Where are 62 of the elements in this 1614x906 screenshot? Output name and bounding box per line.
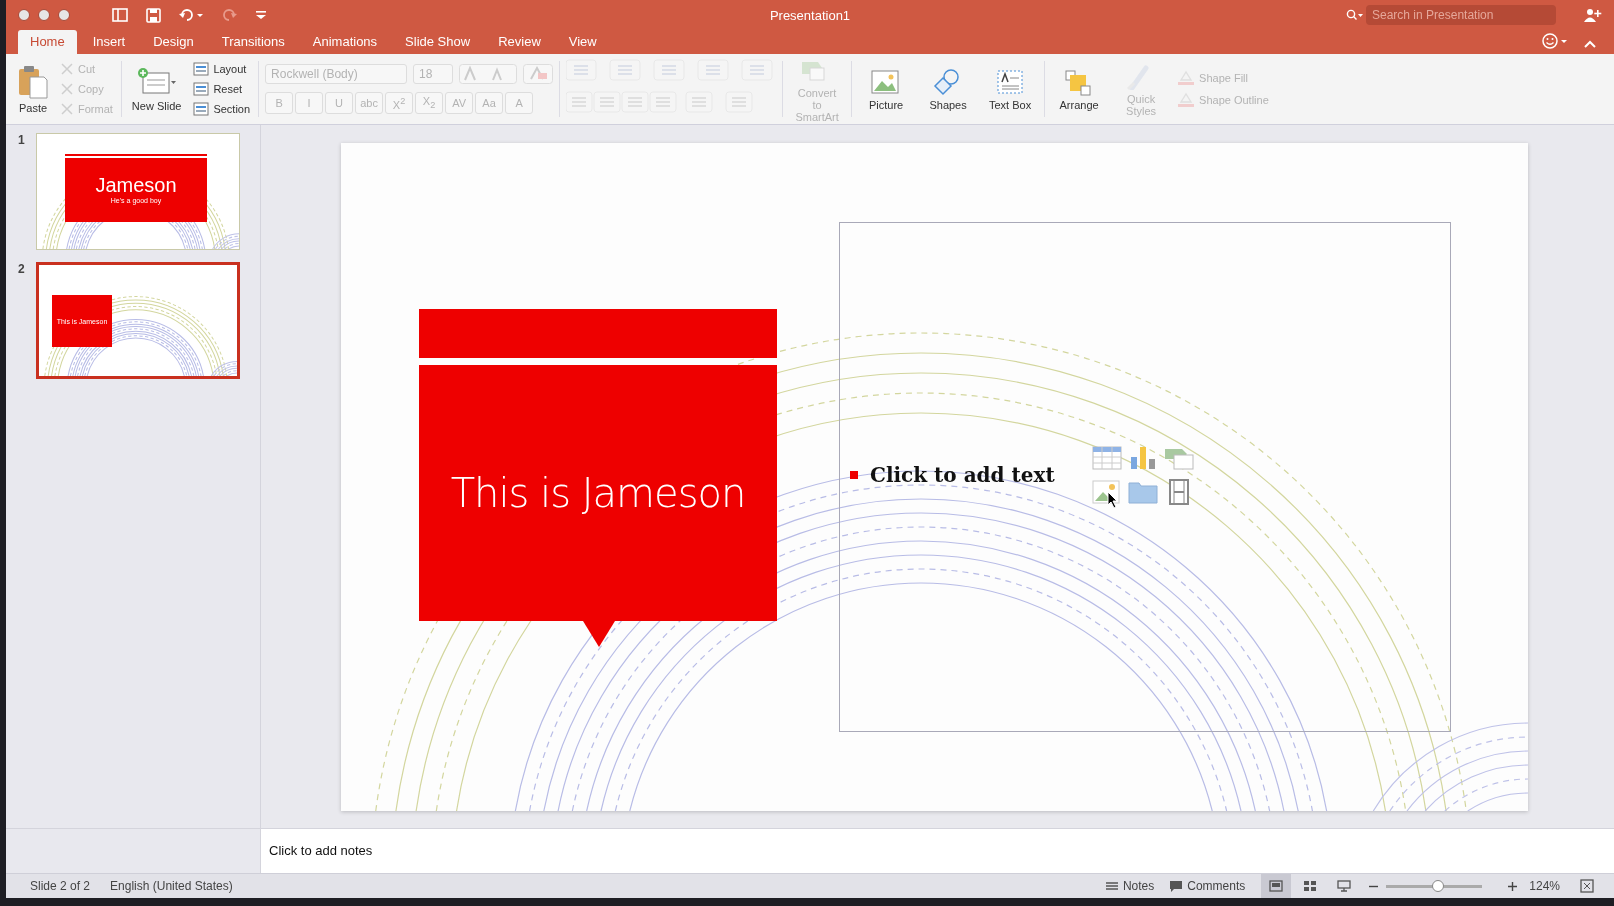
language-label[interactable]: English (United States) bbox=[110, 879, 233, 893]
slide-tool-button[interactable]: Layout bbox=[191, 60, 253, 78]
ribbon-tab[interactable]: Transitions bbox=[209, 30, 297, 54]
zoom-in-button[interactable] bbox=[1508, 881, 1518, 891]
paste-button[interactable]: Paste bbox=[14, 62, 52, 116]
ribbon-button[interactable]: Shapes bbox=[920, 65, 977, 113]
clipboard-icon bbox=[18, 64, 48, 99]
sidebar-toggle-icon[interactable] bbox=[112, 8, 128, 22]
collapse-ribbon-icon[interactable] bbox=[1584, 39, 1596, 49]
normal-view-icon bbox=[1269, 880, 1284, 892]
title-callout[interactable]: This is Jameson bbox=[419, 365, 777, 621]
window-title: Presentation1 bbox=[768, 7, 852, 23]
slider-thumb[interactable] bbox=[1432, 879, 1445, 892]
slide-position: Slide 2 of 2 bbox=[30, 879, 91, 893]
minimize-button[interactable] bbox=[38, 9, 50, 21]
notes-field[interactable]: Click to add notes bbox=[261, 829, 381, 873]
slide-tool-button[interactable]: Section bbox=[191, 100, 253, 118]
content-placeholder[interactable]: Click to add text bbox=[839, 222, 1451, 732]
placeholder-text: Click to add text bbox=[870, 463, 1055, 487]
ribbon-button[interactable]: Picture bbox=[858, 65, 915, 113]
ribbon-tab[interactable]: Animations bbox=[300, 30, 390, 54]
slide-title: Jameson bbox=[95, 174, 177, 197]
save-icon[interactable] bbox=[146, 7, 161, 23]
insert-table-icon[interactable] bbox=[1092, 445, 1122, 471]
zoom-button[interactable] bbox=[58, 9, 70, 21]
ribbon-tab[interactable]: Design bbox=[141, 30, 206, 54]
paint-bucket-icon bbox=[1177, 70, 1196, 86]
comments-button[interactable]: Comments bbox=[1170, 879, 1246, 893]
insert-chart-icon[interactable] bbox=[1128, 445, 1158, 471]
bullet-icon bbox=[850, 471, 858, 479]
ribbon-tab[interactable]: Insert bbox=[80, 30, 138, 54]
ribbon-button[interactable]: Text Box bbox=[982, 65, 1039, 113]
slide-tool-button[interactable]: Reset bbox=[191, 80, 253, 98]
customize-icon[interactable] bbox=[255, 10, 267, 20]
smiley-icon[interactable] bbox=[1542, 33, 1568, 49]
zoom-percent[interactable]: 124% bbox=[1529, 879, 1560, 893]
notes-icon bbox=[1105, 881, 1118, 891]
slide-number: 1 bbox=[18, 133, 26, 149]
new-slide-icon bbox=[136, 66, 177, 97]
search-icon[interactable] bbox=[1346, 9, 1364, 21]
ribbon-tab[interactable]: Slide Show bbox=[393, 30, 483, 54]
ribbon-tab[interactable]: Home bbox=[18, 30, 77, 54]
slide-number: 2 bbox=[18, 262, 26, 278]
view-button[interactable] bbox=[1261, 874, 1292, 898]
ribbon-tab[interactable]: View bbox=[556, 30, 609, 54]
fit-to-window-icon[interactable] bbox=[1580, 879, 1594, 893]
search-field[interactable]: Search in Presentation bbox=[1366, 5, 1556, 25]
callout-pointer bbox=[583, 621, 615, 647]
grid-view-icon bbox=[1303, 880, 1318, 892]
comment-icon bbox=[1170, 880, 1183, 892]
add-person-icon[interactable] bbox=[1584, 8, 1602, 22]
notes-button[interactable]: Notes bbox=[1105, 879, 1155, 893]
ribbon-button[interactable]: Arrange bbox=[1051, 65, 1108, 113]
close-button[interactable] bbox=[18, 9, 30, 21]
slide-title: This is Jameson bbox=[450, 470, 746, 516]
plus-icon bbox=[1508, 881, 1518, 891]
undo-icon[interactable] bbox=[179, 8, 205, 22]
presenter-icon bbox=[1337, 880, 1352, 892]
mouse-pointer-icon bbox=[1107, 491, 1119, 509]
ribbon-tab[interactable]: Review bbox=[486, 30, 553, 54]
new-slide-button[interactable]: New Slide bbox=[127, 64, 186, 114]
layout-icon bbox=[193, 62, 210, 76]
